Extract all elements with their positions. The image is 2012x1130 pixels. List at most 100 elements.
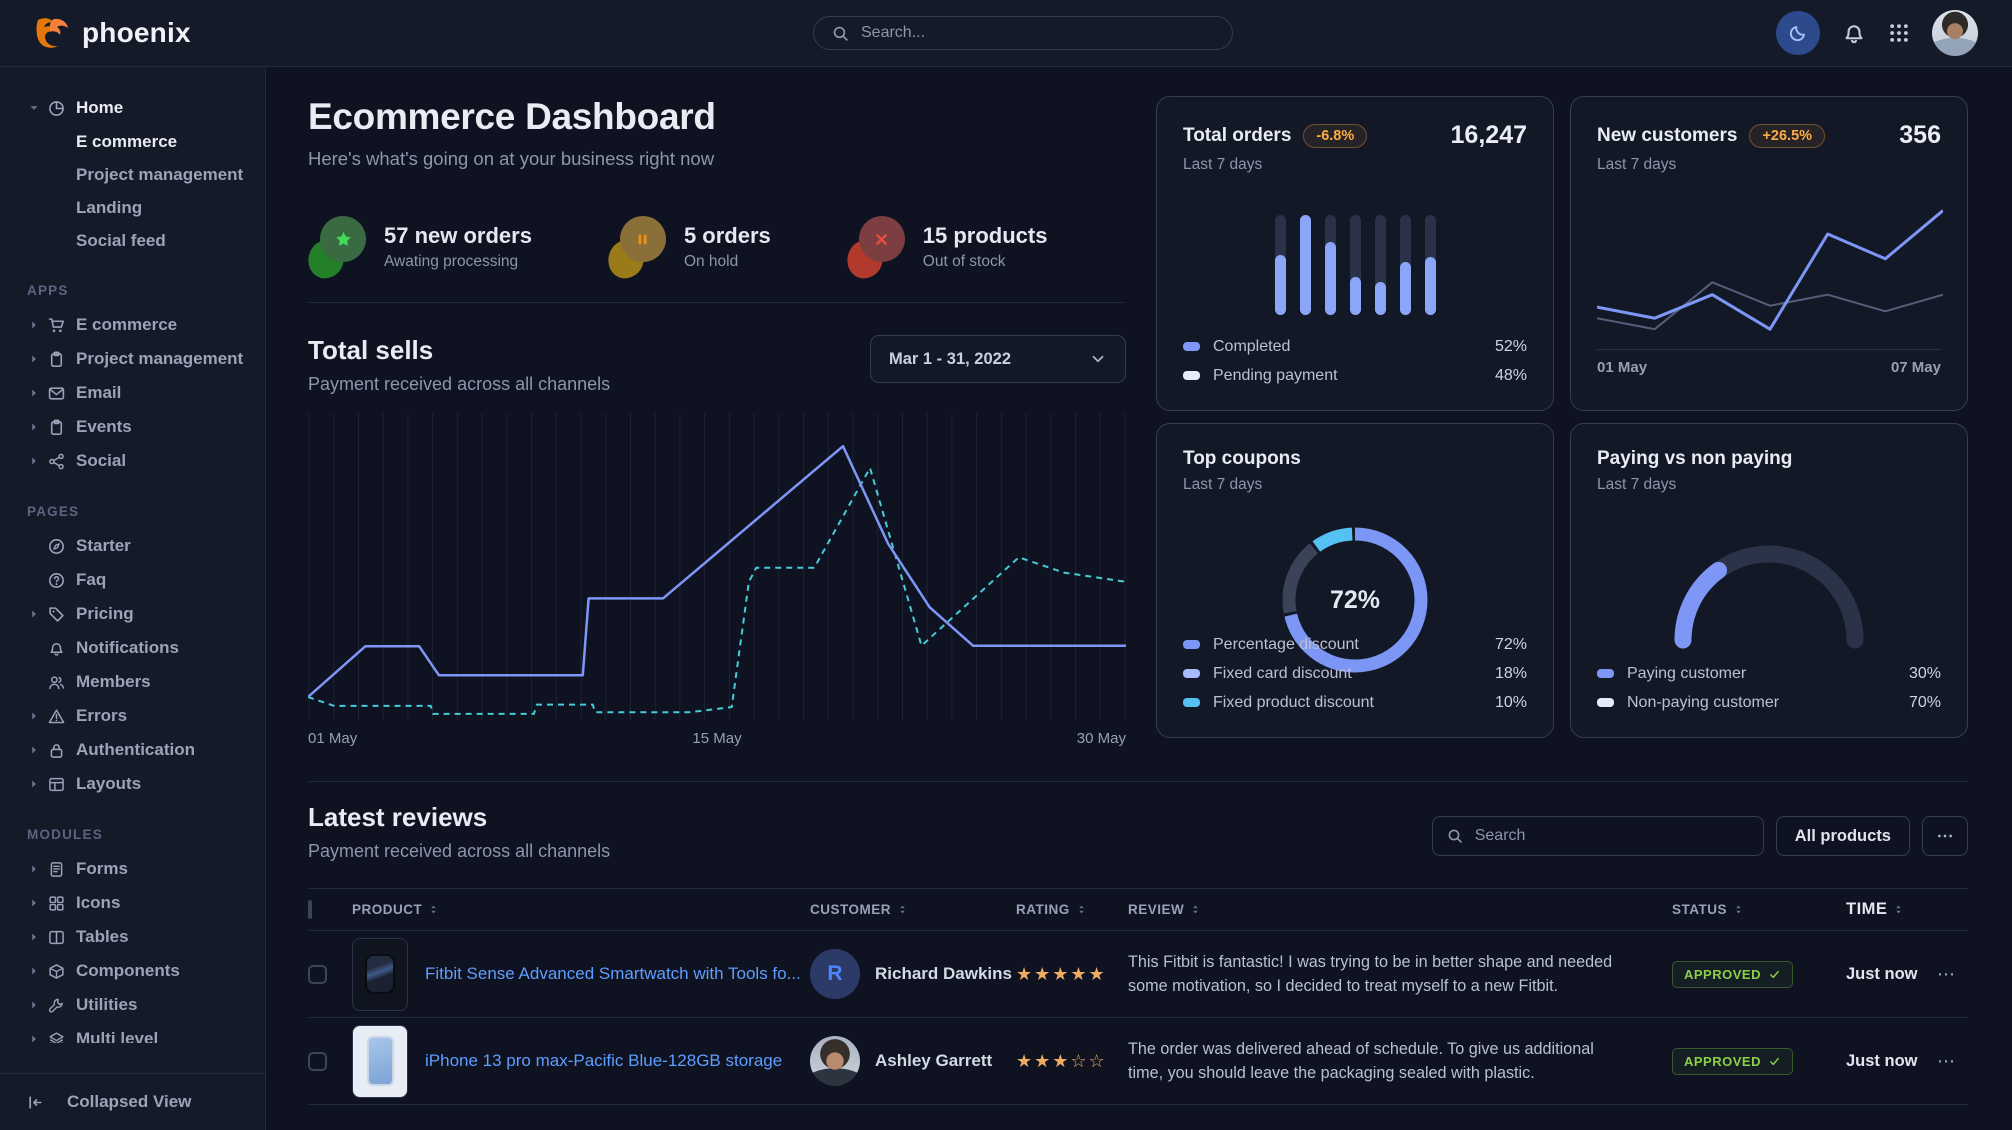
sidebar-item-social[interactable]: Social (0, 444, 265, 478)
sidebar-item-project-management[interactable]: Project management (0, 342, 265, 376)
sidebar-item-landing[interactable]: Landing (0, 191, 265, 224)
coupons-legend: Percentage discount72%Fixed card discoun… (1183, 630, 1527, 717)
axis-tick: 01 May (308, 730, 357, 747)
sidebar-item-label: Authentication (76, 740, 195, 760)
sidebar-item-e-commerce[interactable]: E commerce (0, 125, 265, 158)
product-thumbnail-iphone (352, 1025, 408, 1098)
sort-header-review[interactable]: REVIEW (1128, 902, 1662, 917)
sidebar-item-social-feed[interactable]: Social feed (0, 224, 265, 257)
all-products-filter-button[interactable]: All products (1776, 816, 1910, 856)
grid-icon (48, 895, 65, 912)
user-avatar[interactable] (1932, 10, 1978, 56)
new-customers-card: New customers +26.5% 356 Last 7 days 01 … (1570, 96, 1968, 411)
sidebar-item-multi-level[interactable]: Multi level (0, 1022, 265, 1043)
row-checkbox[interactable] (308, 965, 327, 984)
sidebar-item-pricing[interactable]: Pricing (0, 597, 265, 631)
reviews-search-input[interactable] (1475, 827, 1749, 845)
latest-reviews-section: Latest reviews Payment received across a… (308, 781, 1968, 1130)
legend-value: 52% (1495, 338, 1527, 356)
sidebar-item-faq[interactable]: Faq (0, 563, 265, 597)
sort-header-product[interactable]: PRODUCT (352, 902, 810, 917)
date-range-select[interactable]: Mar 1 - 31, 2022 (870, 335, 1126, 383)
stat-sublabel: Out of stock (923, 253, 1048, 271)
sidebar-item-authentication[interactable]: Authentication (0, 733, 265, 767)
sidebar-item-icons[interactable]: Icons (0, 886, 265, 920)
review-text-cell: This Fitbit is fantastic! I was trying t… (1128, 950, 1662, 998)
legend-value: 48% (1495, 367, 1527, 385)
sort-header-status[interactable]: STATUS (1672, 902, 1808, 917)
header-checkbox-cell (308, 902, 352, 917)
sidebar-item-label: Multi level (76, 1029, 158, 1043)
sidebar-item-forms[interactable]: Forms (0, 852, 265, 886)
sort-icon (1732, 903, 1745, 916)
apps-menu-button[interactable] (1888, 22, 1910, 44)
clipboard-icon (48, 351, 65, 368)
reviews-search[interactable] (1432, 816, 1764, 856)
sort-header-time[interactable]: TIME (1846, 900, 1924, 919)
sidebar-item-layouts[interactable]: Layouts (0, 767, 265, 801)
search-icon (1447, 828, 1463, 844)
product-thumbnail-watch (352, 938, 408, 1011)
total-sells-chart (308, 413, 1126, 720)
caret-right-icon (27, 930, 41, 944)
sidebar-section-modules: MODULES (27, 827, 265, 842)
sort-header-customer[interactable]: CUSTOMER (810, 902, 1016, 917)
sidebar-item-label: Pricing (76, 604, 134, 624)
sidebar-item-starter[interactable]: Starter (0, 529, 265, 563)
reviews-more-button[interactable] (1922, 816, 1968, 856)
sidebar-item-notifications[interactable]: Notifications (0, 631, 265, 665)
collapse-sidebar-button[interactable]: Collapsed View (0, 1073, 265, 1130)
row-menu-button[interactable]: ⋯ (1924, 1051, 1968, 1072)
customer-cell: RRichard Dawkins (810, 949, 1016, 999)
axis-line (1597, 349, 1941, 350)
customer-cell: Ashley Garrett (810, 1036, 1016, 1086)
sidebar-item-members[interactable]: Members (0, 665, 265, 699)
collapse-icon (27, 1094, 55, 1111)
navbar-search[interactable] (813, 16, 1233, 50)
sidebar-item-e-commerce[interactable]: E commerce (0, 308, 265, 342)
theme-toggle-button[interactable] (1776, 11, 1820, 55)
row-checkbox[interactable] (308, 1052, 327, 1071)
check-icon (1768, 968, 1781, 981)
grid-dots-icon (1888, 22, 1910, 44)
sidebar-item-home[interactable]: Home (0, 91, 265, 125)
card-title: Total orders (1183, 125, 1291, 147)
product-link[interactable]: iPhone 13 pro max-Pacific Blue-128GB sto… (425, 1050, 782, 1073)
reviews-table-header: PRODUCT CUSTOMERRATINGREVIEW STATUS TIME (308, 888, 1968, 930)
product-link[interactable]: Fitbit Sense Advanced Smartwatch with To… (425, 963, 801, 986)
header-label: REVIEW (1128, 902, 1184, 917)
sidebar-item-utilities[interactable]: Utilities (0, 988, 265, 1022)
sidebar-item-project-management[interactable]: Project management (0, 158, 265, 191)
sidebar-item-tables[interactable]: Tables (0, 920, 265, 954)
select-all-checkbox[interactable] (308, 900, 312, 919)
customer-name[interactable]: Richard Dawkins (875, 964, 1012, 984)
layout-icon (48, 776, 65, 793)
brand[interactable]: phoenix (34, 16, 191, 50)
notifications-button[interactable] (1842, 21, 1866, 45)
sidebar-item-label: Components (76, 961, 180, 981)
sidebar-item-components[interactable]: Components (0, 954, 265, 988)
order-bar-fill (1400, 262, 1411, 315)
ellipsis-icon (1936, 827, 1954, 845)
sidebar-item-errors[interactable]: Errors (0, 699, 265, 733)
sidebar-item-label: Home (76, 98, 123, 118)
navbar-search-input[interactable] (861, 24, 1214, 42)
legend-value: 70% (1909, 694, 1941, 712)
sort-icon (1189, 903, 1202, 916)
axis-tick: 07 May (1891, 359, 1941, 376)
row-menu-button[interactable]: ⋯ (1924, 964, 1968, 985)
card-period: Last 7 days (1597, 156, 1941, 174)
sidebar-item-email[interactable]: Email (0, 376, 265, 410)
sort-icon (1075, 903, 1088, 916)
table-row: Fitbit Sense Advanced Smartwatch with To… (308, 930, 1968, 1017)
sidebar-item-label: Social (76, 451, 126, 471)
bell-icon (1842, 21, 1866, 45)
sidebar-item-events[interactable]: Events (0, 410, 265, 444)
caret-right-icon (27, 318, 41, 332)
header-label: PRODUCT (352, 902, 422, 917)
card-period: Last 7 days (1183, 476, 1527, 494)
divider (308, 302, 1126, 303)
cart-icon (48, 317, 65, 334)
customer-name[interactable]: Ashley Garrett (875, 1051, 992, 1071)
sort-header-rating[interactable]: RATING (1016, 902, 1128, 917)
